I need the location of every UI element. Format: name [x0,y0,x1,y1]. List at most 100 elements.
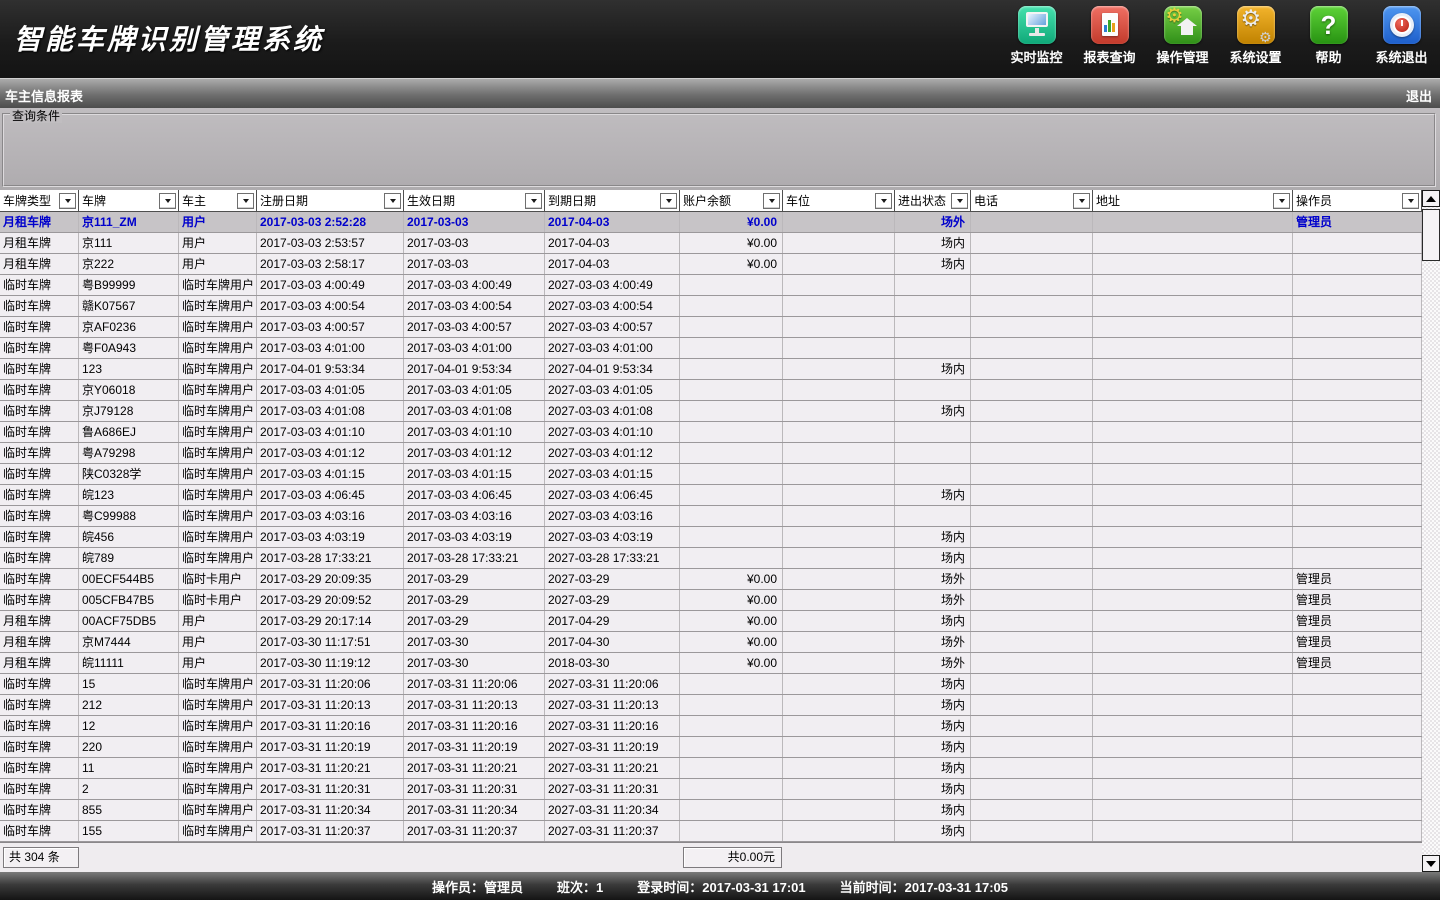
table-row[interactable]: 临时车牌皖789临时车牌用户2017-03-28 17:33:212017-03… [0,548,1422,569]
toolbar-item-1[interactable]: 实时监控 [1000,6,1073,66]
table-cell [783,338,895,358]
table-cell [1093,296,1293,316]
table-cell [1293,695,1422,715]
table-row[interactable]: 临时车牌粤B99999临时车牌用户2017-03-03 4:00:492017-… [0,275,1422,296]
table-row[interactable]: 临时车牌京J79128临时车牌用户2017-03-03 4:01:082017-… [0,401,1422,422]
filter-dropdown-icon[interactable] [660,193,677,209]
filter-dropdown-icon[interactable] [237,193,254,209]
table-row[interactable]: 临时车牌京AF0236临时车牌用户2017-03-03 4:00:572017-… [0,317,1422,338]
table-cell: 2017-03-28 17:33:21 [257,548,404,568]
table-row[interactable]: 临时车牌00ECF544B5临时卡用户2017-03-29 20:09:3520… [0,569,1422,590]
table-cell: 2017-03-30 [404,653,545,673]
table-row[interactable]: 临时车牌鲁A686EJ临时车牌用户2017-03-03 4:01:102017-… [0,422,1422,443]
table-cell: 2027-03-31 11:20:13 [545,695,680,715]
table-row[interactable]: 临时车牌皖456临时车牌用户2017-03-03 4:03:192017-03-… [0,527,1422,548]
table-cell [971,569,1093,589]
table-cell [680,716,783,736]
table-row[interactable]: 临时车牌皖123临时车牌用户2017-03-03 4:06:452017-03-… [0,485,1422,506]
table-row[interactable]: 临时车牌赣K07567临时车牌用户2017-03-03 4:00:542017-… [0,296,1422,317]
table-cell: 临时车牌 [0,758,79,778]
filter-dropdown-icon[interactable] [875,193,892,209]
table-row[interactable]: 月租车牌京111用户2017-03-03 2:53:572017-03-0320… [0,233,1422,254]
table-cell [783,548,895,568]
table-cell [680,737,783,757]
table-row[interactable]: 临时车牌005CFB47B5临时卡用户2017-03-29 20:09:5220… [0,590,1422,611]
table-cell [783,590,895,610]
table-cell: 2027-03-03 4:01:12 [545,443,680,463]
table-cell [895,338,971,358]
vertical-scrollbar[interactable] [1422,190,1440,872]
scroll-up-icon[interactable] [1422,190,1440,207]
filter-dropdown-icon[interactable] [525,193,542,209]
table-cell: 15 [79,674,179,694]
table-row[interactable]: 临时车牌212临时车牌用户2017-03-31 11:20:132017-03-… [0,695,1422,716]
toolbar-item-label: 系统退出 [1375,47,1427,66]
table-row[interactable]: 临时车牌855临时车牌用户2017-03-31 11:20:342017-03-… [0,800,1422,821]
table-row[interactable]: 临时车牌155临时车牌用户2017-03-31 11:20:372017-03-… [0,821,1422,842]
filter-dropdown-icon[interactable] [159,193,176,209]
table-cell: 管理员 [1293,611,1422,631]
table-cell [971,821,1093,841]
scrollbar-thumb[interactable] [1422,209,1440,261]
table-row[interactable]: 临时车牌粤C99988临时车牌用户2017-03-03 4:03:162017-… [0,506,1422,527]
table-row[interactable]: 临时车牌粤F0A943临时车牌用户2017-03-03 4:01:002017-… [0,338,1422,359]
table-cell: 场内 [895,695,971,715]
table-cell [1093,275,1293,295]
table-row[interactable]: 临时车牌15临时车牌用户2017-03-31 11:20:062017-03-3… [0,674,1422,695]
table-cell: 场内 [895,485,971,505]
table-cell [680,800,783,820]
filter-dropdown-icon[interactable] [1073,193,1090,209]
table-cell: 临时车牌用户 [179,380,257,400]
table-cell [680,548,783,568]
table-row[interactable]: 临时车牌京Y06018临时车牌用户2017-03-03 4:01:052017-… [0,380,1422,401]
table-cell: 2017-03-31 11:20:34 [404,800,545,820]
filter-dropdown-icon[interactable] [1273,193,1290,209]
table-row[interactable]: 临时车牌220临时车牌用户2017-03-31 11:20:192017-03-… [0,737,1422,758]
table-cell: 临时车牌用户 [179,443,257,463]
table-cell: 管理员 [1293,653,1422,673]
table-row[interactable]: 临时车牌11临时车牌用户2017-03-31 11:20:212017-03-3… [0,758,1422,779]
toolbar-item-3[interactable]: ⚙操作管理 [1146,6,1219,66]
filter-dropdown-icon[interactable] [1402,193,1419,209]
table-row[interactable]: 临时车牌2临时车牌用户2017-03-31 11:20:312017-03-31… [0,779,1422,800]
scroll-down-icon[interactable] [1422,855,1440,872]
table-cell: 2027-03-03 4:01:08 [545,401,680,421]
column-header-label: 车牌类型 [3,192,51,209]
table-cell [783,737,895,757]
toolbar-item-2[interactable]: 报表查询 [1073,6,1146,66]
table-cell: 临时车牌用户 [179,800,257,820]
table-cell: 2027-03-03 4:01:15 [545,464,680,484]
table-cell [1293,401,1422,421]
app-header: 智能车牌识别管理系统 实时监控报表查询⚙操作管理⚙⚙系统设置?帮助系统退出 [0,0,1440,78]
table-row[interactable]: 临时车牌粤A79298临时车牌用户2017-03-03 4:01:122017-… [0,443,1422,464]
table-row[interactable]: 临时车牌陕C0328学临时车牌用户2017-03-03 4:01:152017-… [0,464,1422,485]
table-cell: 皖123 [79,485,179,505]
table-row[interactable]: 临时车牌123临时车牌用户2017-04-01 9:53:342017-04-0… [0,359,1422,380]
toolbar-item-6[interactable]: 系统退出 [1365,6,1438,66]
table-cell: 2017-03-29 [404,611,545,631]
table-cell [783,380,895,400]
table-row[interactable]: 月租车牌京222用户2017-03-03 2:58:172017-03-0320… [0,254,1422,275]
filter-dropdown-icon[interactable] [384,193,401,209]
toolbar-item-5[interactable]: ?帮助 [1292,6,1365,66]
table-row[interactable]: 月租车牌皖11111用户2017-03-30 11:19:122017-03-3… [0,653,1422,674]
table-row[interactable]: 月租车牌京M7444用户2017-03-30 11:17:512017-03-3… [0,632,1422,653]
table-cell [971,716,1093,736]
table-cell: 管理员 [1293,632,1422,652]
table-row[interactable]: 月租车牌00ACF75DB5用户2017-03-29 20:17:142017-… [0,611,1422,632]
table-row[interactable]: 临时车牌12临时车牌用户2017-03-31 11:20:162017-03-3… [0,716,1422,737]
table-cell: 鲁A686EJ [79,422,179,442]
filter-dropdown-icon[interactable] [59,193,76,209]
table-row-selected[interactable]: 月租车牌京111_ZM用户2017-03-03 2:52:282017-03-0… [0,212,1422,233]
table-cell [1093,758,1293,778]
table-cell [971,359,1093,379]
exit-link[interactable]: 退出 [1406,86,1432,105]
filter-dropdown-icon[interactable] [763,193,780,209]
settings-icon: ⚙⚙ [1237,6,1275,44]
table-cell [1293,317,1422,337]
filter-dropdown-icon[interactable] [951,193,968,209]
exit-icon [1383,6,1421,44]
table-cell: 临时车牌 [0,674,79,694]
table-cell: 管理员 [1293,590,1422,610]
toolbar-item-4[interactable]: ⚙⚙系统设置 [1219,6,1292,66]
